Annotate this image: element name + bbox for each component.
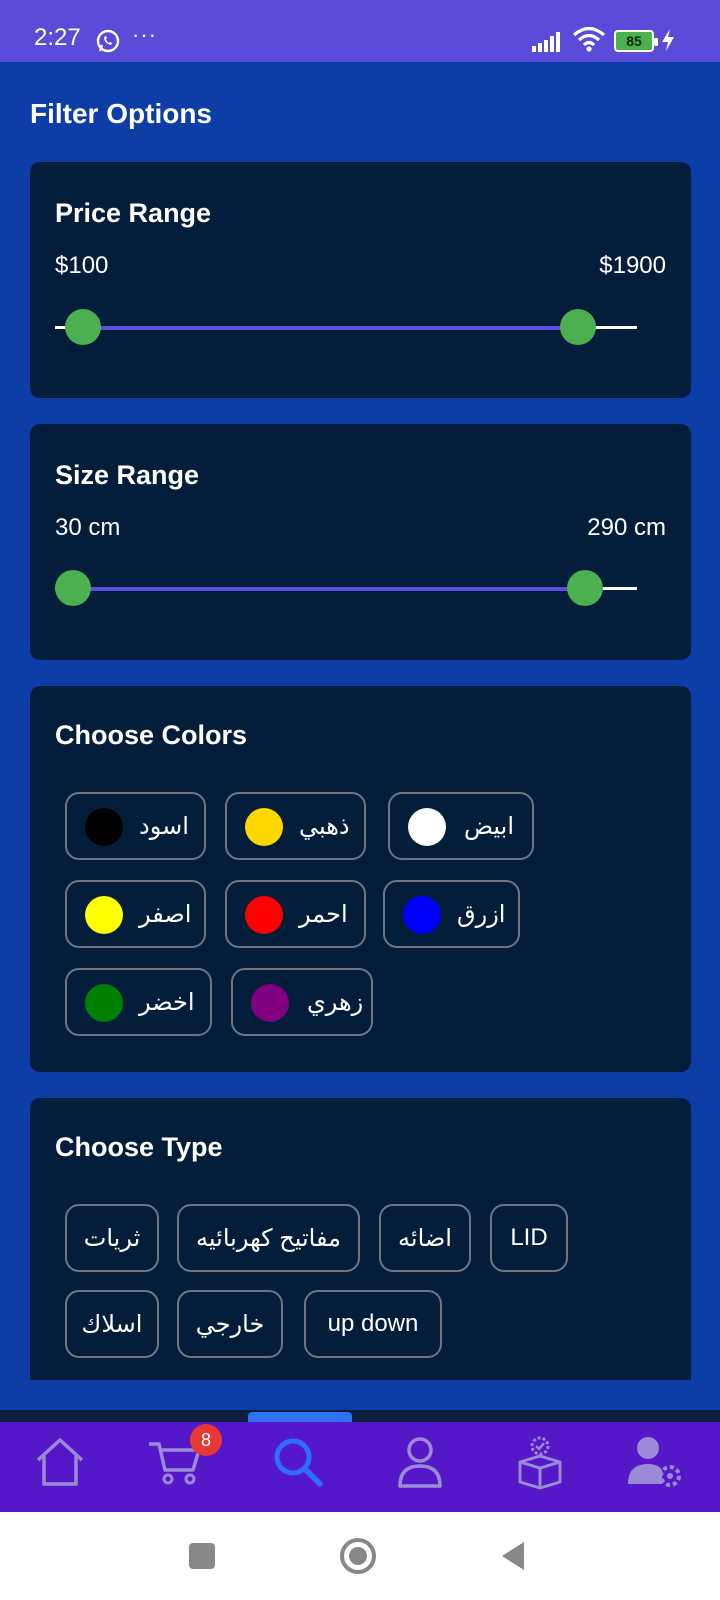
color-swatch (403, 896, 441, 934)
system-navigation-bar (0, 1512, 720, 1600)
type-card: Choose Type ثريات مفاتيح كهربائيه اضائه … (30, 1098, 691, 1380)
color-swatch (85, 984, 123, 1022)
nav-account-settings[interactable] (624, 1432, 684, 1492)
type-chip-lid[interactable]: LID (490, 1204, 568, 1272)
color-chip-green[interactable]: اخضر (65, 968, 212, 1036)
type-chip-wires[interactable]: اسلاك (65, 1290, 159, 1358)
color-chip-gold[interactable]: ذهبي (225, 792, 366, 860)
color-chip-purple[interactable]: زهري (231, 968, 373, 1036)
price-max-thumb[interactable] (560, 309, 596, 345)
nav-orders[interactable] (510, 1432, 570, 1492)
color-chip-red[interactable]: احمر (225, 880, 366, 948)
color-chip-label: ازرق (457, 901, 506, 928)
price-range-title: Price Range (55, 198, 212, 228)
size-range-card: Size Range 30 cm 290 cm (30, 424, 691, 660)
color-chip-yellow[interactable]: اصفر (65, 880, 206, 948)
color-chip-white[interactable]: ابيض (388, 792, 534, 860)
battery-tip (654, 38, 658, 46)
size-max-thumb[interactable] (567, 570, 603, 606)
page-title: Filter Options (30, 98, 212, 129)
nav-profile[interactable] (390, 1432, 450, 1492)
more-notifications-icon: ··· (132, 22, 157, 47)
type-chip-label: ثريات (83, 1225, 141, 1252)
settings-user-icon (628, 1437, 681, 1487)
type-chip-label: up down (327, 1310, 419, 1337)
active-tab-indicator (248, 1412, 352, 1422)
color-swatch (251, 984, 289, 1022)
home-button-icon[interactable] (336, 1534, 380, 1578)
type-chip-up-down[interactable]: up down (304, 1290, 442, 1358)
status-bar: 2:27 ··· 85 (0, 0, 720, 62)
type-chip-label: خارجي (195, 1311, 265, 1338)
size-min-thumb[interactable] (55, 570, 91, 606)
color-swatch (408, 808, 446, 846)
price-min-label: $100 (55, 252, 109, 279)
back-icon[interactable] (492, 1534, 536, 1578)
search-icon (274, 1438, 323, 1487)
colors-card: Choose Colors اسود ذهبي ابيض اصفر احمر ا… (30, 686, 691, 1072)
colors-title: Choose Colors (55, 720, 248, 750)
type-chip-label: LID (510, 1224, 548, 1251)
signal-icon (532, 32, 560, 52)
color-chip-label: احمر (299, 901, 348, 928)
size-slider-active-track (74, 587, 580, 591)
color-chip-label: اسود (139, 813, 189, 840)
battery-level: 85 (626, 33, 642, 49)
color-swatch (245, 808, 283, 846)
type-chip-label: اضائه (398, 1225, 452, 1252)
size-min-label: 30 cm (55, 514, 121, 541)
type-title: Choose Type (55, 1132, 223, 1162)
color-chip-label: اصفر (139, 901, 192, 928)
color-chip-blue[interactable]: ازرق (383, 880, 520, 948)
type-chip-outdoor[interactable]: خارجي (177, 1290, 283, 1358)
type-chip-chandeliers[interactable]: ثريات (65, 1204, 159, 1272)
price-slider-active-track (83, 326, 570, 330)
price-min-thumb[interactable] (65, 309, 101, 345)
recent-apps-icon[interactable] (180, 1534, 224, 1578)
color-chip-label: ابيض (464, 813, 514, 840)
status-time: 2:27 (34, 24, 81, 51)
bottom-sheet-divider (0, 1410, 720, 1422)
price-range-card: Price Range $100 $1900 (30, 162, 691, 398)
charging-icon (662, 29, 674, 51)
battery-icon: 85 (614, 30, 658, 52)
color-chip-label: زهري (307, 989, 364, 1016)
bottom-navigation: 8 (0, 1422, 720, 1512)
size-range-title: Size Range (55, 460, 200, 490)
color-swatch (245, 896, 283, 934)
color-chip-black[interactable]: اسود (65, 792, 206, 860)
color-chip-label: ذهبي (299, 813, 350, 840)
type-chip-lighting[interactable]: اضائه (379, 1204, 471, 1272)
orders-icon (518, 1436, 562, 1490)
type-chip-label: مفاتيح كهربائيه (196, 1225, 341, 1252)
type-chip-label: اسلاك (81, 1311, 143, 1338)
size-max-label: 290 cm (587, 514, 666, 541)
type-chip-switches[interactable]: مفاتيح كهربائيه (177, 1204, 360, 1272)
nav-home[interactable] (30, 1432, 90, 1492)
cart-badge: 8 (190, 1424, 222, 1456)
home-icon (36, 1438, 84, 1486)
whatsapp-icon (96, 29, 120, 53)
profile-icon (398, 1437, 442, 1488)
color-swatch (85, 896, 123, 934)
price-max-label: $1900 (599, 252, 666, 279)
wifi-icon (572, 26, 606, 52)
color-chip-label: اخضر (139, 989, 195, 1016)
nav-search[interactable] (268, 1432, 328, 1492)
color-swatch (85, 808, 123, 846)
